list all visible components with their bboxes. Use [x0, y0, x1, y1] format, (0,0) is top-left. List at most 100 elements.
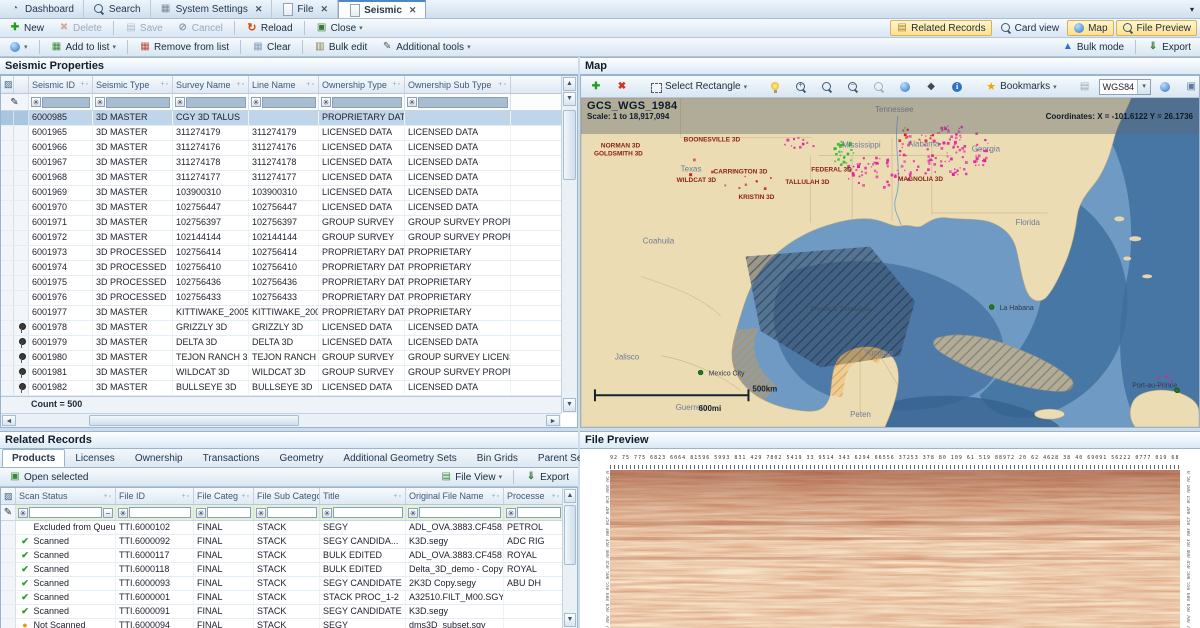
- map-magminus-button[interactable]: [841, 79, 865, 95]
- tab-ownership[interactable]: Ownership: [125, 449, 193, 467]
- map-layers-button[interactable]: [919, 79, 943, 95]
- filter-options-button[interactable]: −: [103, 508, 113, 518]
- column-header-survey-name[interactable]: Survey Name+▫: [173, 76, 249, 93]
- map-magbox-button[interactable]: [815, 79, 839, 95]
- table-row[interactable]: 60019733D PROCESSED102756414102756414PRO…: [1, 246, 577, 261]
- filter-type-button[interactable]: ✳: [506, 508, 516, 518]
- scrollbar-thumb[interactable]: [563, 110, 576, 180]
- seismic-section-preview[interactable]: 92 75 775 6823 6064 81596 5993 831 429 7…: [600, 455, 1190, 628]
- additional-tools-button[interactable]: Additional tools▾: [375, 39, 476, 55]
- close-button[interactable]: Close▾: [310, 20, 369, 36]
- filter-type-button[interactable]: ✳: [256, 508, 266, 518]
- table-row[interactable]: ScannedTTI.6000001FINALSTACKSTACK PROC_1…: [1, 591, 577, 605]
- filter-type-button[interactable]: ✳: [95, 97, 105, 107]
- tab-additional-geometry-sets[interactable]: Additional Geometry Sets: [333, 449, 466, 467]
- table-row[interactable]: 60019773D MASTERKITTIWAKE_2005KITTIWAKE_…: [1, 306, 577, 321]
- table-row[interactable]: 60019713D MASTER102756397102756397GROUP …: [1, 216, 577, 231]
- table-row[interactable]: 60019803D MASTERTEJON RANCH 3DTEJON RANC…: [1, 351, 577, 366]
- scroll-down-button[interactable]: ▼: [564, 613, 576, 627]
- export-button[interactable]: Export: [1141, 39, 1197, 55]
- filter-type-button[interactable]: ✳: [175, 97, 185, 107]
- filter-input[interactable]: [186, 97, 246, 108]
- table-row[interactable]: 60019703D MASTER102756447102756447LICENS…: [1, 201, 577, 216]
- map-xred-button[interactable]: [610, 79, 634, 95]
- filter-input[interactable]: [42, 97, 90, 108]
- table-row[interactable]: Excluded from QueueTTI.6000102FINALSTACK…: [1, 521, 577, 535]
- filter-input[interactable]: [129, 507, 191, 518]
- tab-close-icon[interactable]: ✕: [321, 4, 329, 15]
- column-header-file-sub-catego[interactable]: File Sub Catego+▫: [254, 488, 320, 504]
- tab-file[interactable]: File✕: [272, 0, 338, 18]
- bulk-edit-button[interactable]: Bulk edit: [308, 39, 373, 55]
- table-row[interactable]: 60019723D MASTER102144144102144144GROUP …: [1, 231, 577, 246]
- map-canvas[interactable]: TennesseeMississippiAlabamaGeorgiaFlorid…: [581, 98, 1199, 427]
- column-header-scan-status[interactable]: Scan Status+▫: [16, 488, 116, 504]
- map-info-button[interactable]: [945, 79, 969, 95]
- seismic-grid-horizontal-scrollbar[interactable]: ◄ ►: [1, 413, 561, 427]
- column-header-seismic-id[interactable]: Seismic ID+▫: [29, 76, 93, 93]
- table-row[interactable]: ScannedTTI.6000118FINALSTACKBULK EDITEDD…: [1, 563, 577, 577]
- table-row[interactable]: 60019793D MASTERDELTA 3DDELTA 3DLICENSED…: [1, 336, 577, 351]
- tab-transactions[interactable]: Transactions: [193, 449, 270, 467]
- column-header-ownership-sub-type[interactable]: Ownership Sub Type+▫: [405, 76, 511, 93]
- tab-geometry[interactable]: Geometry: [270, 449, 334, 467]
- tab-licenses[interactable]: Licenses: [65, 449, 124, 467]
- table-row[interactable]: 60019673D MASTER311274178311274178LICENS…: [1, 156, 577, 171]
- scroll-up-button[interactable]: ▲: [564, 489, 576, 503]
- tab-search[interactable]: Search: [84, 0, 151, 18]
- scroll-up-button[interactable]: ▲: [563, 77, 576, 91]
- globe-button[interactable]: ▾: [3, 39, 34, 55]
- column-header-processe[interactable]: Processe+▫: [504, 488, 564, 504]
- filter-input[interactable]: [333, 507, 403, 518]
- map-bookmarks-button[interactable]: Bookmarks▾: [979, 79, 1063, 95]
- tab-overflow-button[interactable]: ▾: [1184, 0, 1200, 18]
- table-row[interactable]: 60019753D PROCESSED102756436102756436PRO…: [1, 276, 577, 291]
- open-selected-button[interactable]: Open selected: [3, 469, 95, 485]
- filter-type-button[interactable]: ✳: [18, 508, 28, 518]
- filter-type-button[interactable]: ✳: [321, 97, 331, 107]
- filter-type-button[interactable]: ✳: [31, 97, 41, 107]
- scroll-left-button[interactable]: ◄: [2, 415, 16, 426]
- filter-panel-button[interactable]: ▼: [563, 92, 576, 106]
- clear-button[interactable]: Clear: [246, 39, 297, 55]
- filter-input[interactable]: [517, 507, 561, 518]
- table-row[interactable]: ScannedTTI.6000091FINALSTACKSEGY CANDIDA…: [1, 605, 577, 619]
- tab-bin-grids[interactable]: Bin Grids: [467, 449, 528, 467]
- filter-input[interactable]: [332, 97, 402, 108]
- filter-input[interactable]: [29, 507, 102, 518]
- select-all-cell[interactable]: ▨: [1, 488, 16, 504]
- filter-input[interactable]: [207, 507, 251, 518]
- filter-type-button[interactable]: ✳: [251, 97, 261, 107]
- tab-close-icon[interactable]: ✕: [409, 5, 417, 16]
- table-row[interactable]: 60019683D MASTER311274177311274177LICENS…: [1, 171, 577, 186]
- table-row[interactable]: 60009853D MASTERCGY 3D TALUSPROPRIETARY …: [1, 111, 577, 126]
- map-globe2-button[interactable]: [893, 79, 917, 95]
- table-row[interactable]: 60019763D PROCESSED102756433102756433PRO…: [1, 291, 577, 306]
- filter-type-button[interactable]: ✳: [118, 508, 128, 518]
- table-row[interactable]: 60019783D MASTERGRIZZLY 3DGRIZZLY 3DLICE…: [1, 321, 577, 336]
- column-header-line-name[interactable]: Line Name+▫: [249, 76, 319, 93]
- file-view-button[interactable]: File View ▾: [434, 469, 508, 485]
- file-preview-button[interactable]: File Preview: [1116, 20, 1197, 36]
- filter-type-button[interactable]: ✳: [322, 508, 332, 518]
- map-select-rectangle-button[interactable]: Select Rectangle▾: [644, 79, 753, 95]
- map-mapsave-button[interactable]: [1179, 79, 1200, 95]
- tab-system-settings[interactable]: System Settings✕: [151, 0, 273, 18]
- column-header-file-id[interactable]: File ID+▫: [116, 488, 194, 504]
- table-row[interactable]: ScannedTTI.6000093FINALSTACKSEGY CANDIDA…: [1, 577, 577, 591]
- column-header-ownership-type[interactable]: Ownership Type+▫: [319, 76, 405, 93]
- card-view-button[interactable]: Card view: [994, 20, 1065, 36]
- scrollbar-thumb[interactable]: [564, 505, 576, 565]
- combo-dropdown-button[interactable]: ▾: [1137, 80, 1150, 94]
- tab-dashboard[interactable]: Dashboard: [0, 0, 84, 18]
- new-button[interactable]: New: [3, 20, 50, 36]
- bulk-mode-button[interactable]: Bulk mode: [1056, 39, 1130, 55]
- map-button[interactable]: Map: [1067, 20, 1113, 36]
- column-header-original-file-name[interactable]: Original File Name+▫: [406, 488, 504, 504]
- filter-type-button[interactable]: ✳: [408, 508, 418, 518]
- filter-input[interactable]: [262, 97, 316, 108]
- table-row[interactable]: 60019813D MASTERWILDCAT 3DWILDCAT 3DGROU…: [1, 366, 577, 381]
- reload-button[interactable]: Reload: [240, 20, 299, 36]
- map-globe2-button[interactable]: [1153, 79, 1177, 95]
- related-records-button[interactable]: Related Records: [890, 20, 991, 36]
